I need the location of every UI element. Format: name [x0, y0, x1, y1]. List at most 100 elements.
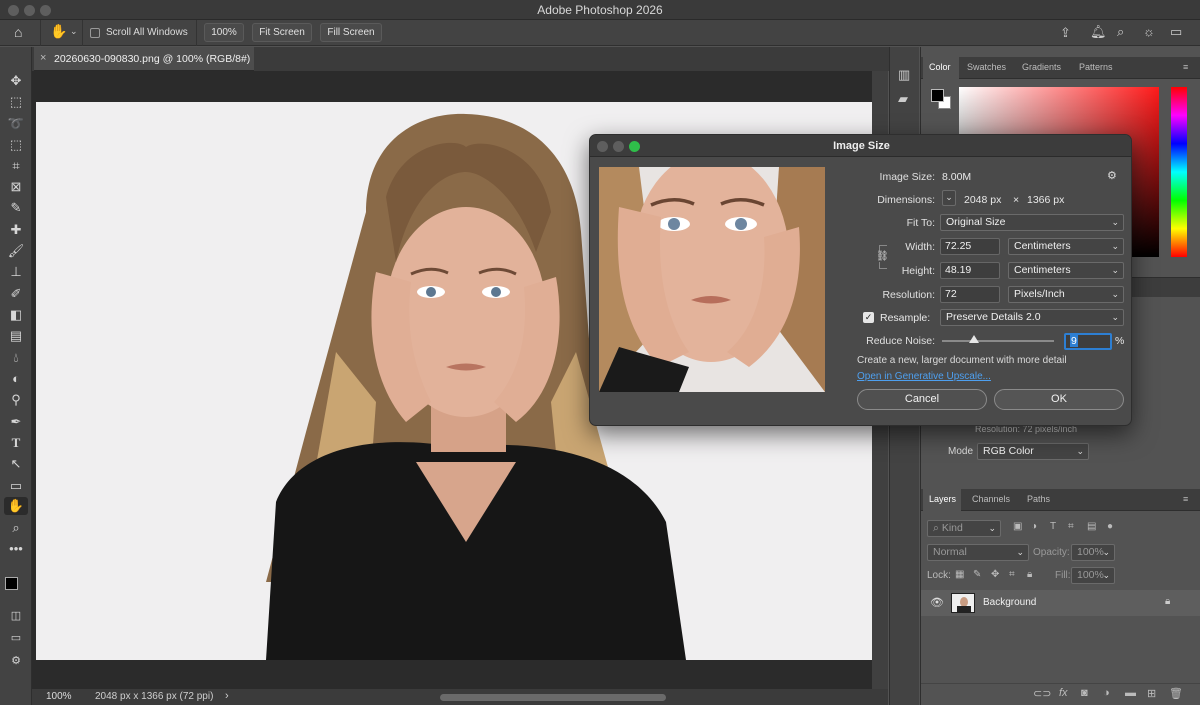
filter-toggle-icon[interactable]: ● [1107, 521, 1113, 532]
layer-style-icon[interactable]: fx [1059, 687, 1068, 699]
reduce-noise-input[interactable]: 9 [1064, 333, 1112, 350]
link-layers-icon[interactable]: ⊂⊃ [1033, 687, 1051, 700]
resample-method-select[interactable]: Preserve Details 2.0 ⌄ [940, 309, 1124, 326]
ok-button[interactable]: OK [994, 389, 1124, 410]
layers-menu-icon[interactable]: ≡ [1183, 494, 1188, 504]
scroll-all-windows-checkbox[interactable] [90, 28, 100, 38]
image-preview[interactable] [599, 167, 825, 392]
hand-tool-active-icon[interactable]: ✋ [4, 497, 28, 515]
layer-row[interactable]: 👁︎ Background 🔒︎ [921, 590, 1200, 616]
dodge-tool-icon[interactable]: ◐ [4, 370, 28, 388]
delete-layer-icon[interactable]: 🗑︎ [1169, 687, 1183, 700]
add-mask-icon[interactable]: ◙ [1081, 687, 1088, 699]
marquee-tool-icon[interactable]: ⬚ [4, 93, 28, 111]
edit-toolbar-icon[interactable]: ⚙ [4, 652, 28, 670]
screen-mode-icon[interactable]: ▭ [4, 629, 28, 647]
height-unit-select[interactable]: Centimeters ⌄ [1008, 262, 1124, 279]
new-group-icon[interactable]: ▬ [1125, 687, 1136, 699]
layer-name[interactable]: Background [983, 597, 1036, 608]
resolution-input[interactable]: 72 [940, 286, 1000, 303]
move-tool-icon[interactable]: ✥ [4, 72, 28, 90]
filter-adjustment-icon[interactable]: ◑ [1031, 521, 1037, 532]
document-tab[interactable]: × 20260630-090830.png @ 100% (RGB/8#) [34, 47, 254, 71]
horizontal-scrollbar[interactable] [440, 694, 666, 701]
object-select-tool-icon[interactable]: ⬚ [4, 136, 28, 154]
stamp-tool-icon[interactable]: ⊥ [4, 263, 28, 281]
filter-shape-icon[interactable]: ⌗ [1068, 521, 1074, 532]
crop-tool-icon[interactable]: ⌗ [4, 157, 28, 175]
dimensions-dropdown-icon[interactable]: ⌄ [942, 190, 956, 206]
color-panel-foreground[interactable] [931, 89, 944, 102]
resample-checkbox[interactable]: ✓ [863, 312, 874, 323]
settings-gear-icon[interactable]: ⚙ [1107, 169, 1117, 182]
healing-brush-icon[interactable]: ✚ [4, 221, 28, 239]
adjustment-layer-icon[interactable]: ◑ [1103, 687, 1110, 699]
constrain-proportions-link-icon[interactable]: ⛓ [876, 251, 889, 262]
quick-mask-icon[interactable]: ◫ [4, 607, 28, 625]
chevron-down-icon[interactable]: ⌄ [70, 26, 78, 37]
burn-tool-icon[interactable]: ⚲ [4, 391, 28, 409]
eraser-tool-icon[interactable]: ◧ [4, 306, 28, 324]
path-select-tool-icon[interactable]: ↖ [4, 455, 28, 473]
cancel-button[interactable]: Cancel [857, 389, 987, 410]
tab-swatches[interactable]: Swatches [967, 62, 1006, 72]
mode-select[interactable]: RGB Color ⌄ [977, 443, 1089, 460]
visibility-eye-icon[interactable]: 👁︎ [930, 596, 944, 609]
frame-tool-icon[interactable]: ⊠ [4, 178, 28, 196]
search-icon[interactable]: ⌕ [1117, 24, 1124, 40]
reduce-noise-slider-track[interactable] [942, 340, 1054, 342]
comments-panel-icon[interactable]: ▰ [898, 91, 908, 107]
type-tool-icon[interactable]: T [4, 434, 28, 452]
layer-kind-filter[interactable]: ⌕ Kind ⌄ [927, 520, 1001, 537]
brush-tool-icon[interactable]: 🖌︎ [4, 242, 28, 260]
tab-gradients[interactable]: Gradients [1022, 62, 1061, 72]
status-arrow-icon[interactable]: › [225, 690, 229, 702]
tab-paths[interactable]: Paths [1027, 494, 1050, 504]
lock-paint-icon[interactable]: ✎ [973, 569, 981, 580]
reduce-noise-slider-thumb[interactable] [969, 335, 980, 343]
lasso-tool-icon[interactable]: ➰ [4, 115, 28, 133]
lock-all-icon[interactable]: 🔒︎ [1027, 569, 1032, 580]
workspace-icon[interactable]: ▭ [1170, 24, 1182, 40]
fit-screen-button[interactable]: Fit Screen [252, 23, 312, 42]
fill-screen-button[interactable]: Fill Screen [320, 23, 382, 42]
pen-tool-icon[interactable]: ✒ [4, 413, 28, 431]
hand-tool-icon[interactable]: ✋ [50, 23, 67, 40]
height-input[interactable]: 48.19 [940, 262, 1000, 279]
share-icon[interactable]: ⇪ [1060, 25, 1071, 41]
opacity-field[interactable]: 100% ⌄ [1071, 544, 1115, 561]
fill-field[interactable]: 100% ⌄ [1071, 567, 1115, 584]
tab-layers[interactable]: Layers [929, 494, 956, 504]
filter-type-icon[interactable]: T [1050, 521, 1056, 532]
filter-smart-object-icon[interactable]: ▤ [1087, 521, 1096, 532]
bell-icon[interactable]: 🔔︎ [1090, 24, 1107, 40]
new-layer-icon[interactable]: ⊞ [1147, 687, 1156, 700]
lock-artboard-icon[interactable]: ⌗ [1009, 569, 1015, 580]
status-zoom[interactable]: 100% [46, 691, 72, 702]
zoom-100-button[interactable]: 100% [204, 23, 244, 42]
tab-channels[interactable]: Channels [972, 494, 1010, 504]
lightbulb-icon[interactable]: ☼ [1143, 24, 1155, 39]
lock-move-icon[interactable]: ✥ [991, 569, 999, 580]
tab-patterns[interactable]: Patterns [1079, 62, 1113, 72]
more-tools-icon[interactable]: ••• [4, 540, 28, 558]
history-brush-icon[interactable]: ✐ [4, 285, 28, 303]
fit-to-select[interactable]: Original Size ⌄ [940, 214, 1124, 231]
tab-color[interactable]: Color [929, 62, 951, 72]
home-icon[interactable]: ⌂ [14, 24, 22, 40]
close-tab-icon[interactable]: × [40, 52, 46, 64]
rectangle-tool-icon[interactable]: ▭ [4, 477, 28, 495]
foreground-color-swatch[interactable] [5, 577, 18, 590]
history-panel-icon[interactable]: ▥ [898, 67, 910, 83]
zoom-tool-icon[interactable]: ⌕ [4, 519, 28, 537]
panel-menu-icon[interactable]: ≡ [1183, 62, 1188, 72]
gradient-tool-icon[interactable]: ▤ [4, 327, 28, 345]
blur-tool-icon[interactable]: 💧︎ [4, 349, 28, 367]
blend-mode-select[interactable]: Normal ⌄ [927, 544, 1029, 561]
width-input[interactable]: 72.25 [940, 238, 1000, 255]
generative-upscale-link[interactable]: Open in Generative Upscale... [857, 371, 991, 382]
lock-transparent-icon[interactable]: ▦ [955, 569, 964, 580]
hue-slider[interactable] [1171, 87, 1187, 257]
filter-pixel-icon[interactable]: ▣ [1013, 521, 1022, 532]
width-unit-select[interactable]: Centimeters ⌄ [1008, 238, 1124, 255]
